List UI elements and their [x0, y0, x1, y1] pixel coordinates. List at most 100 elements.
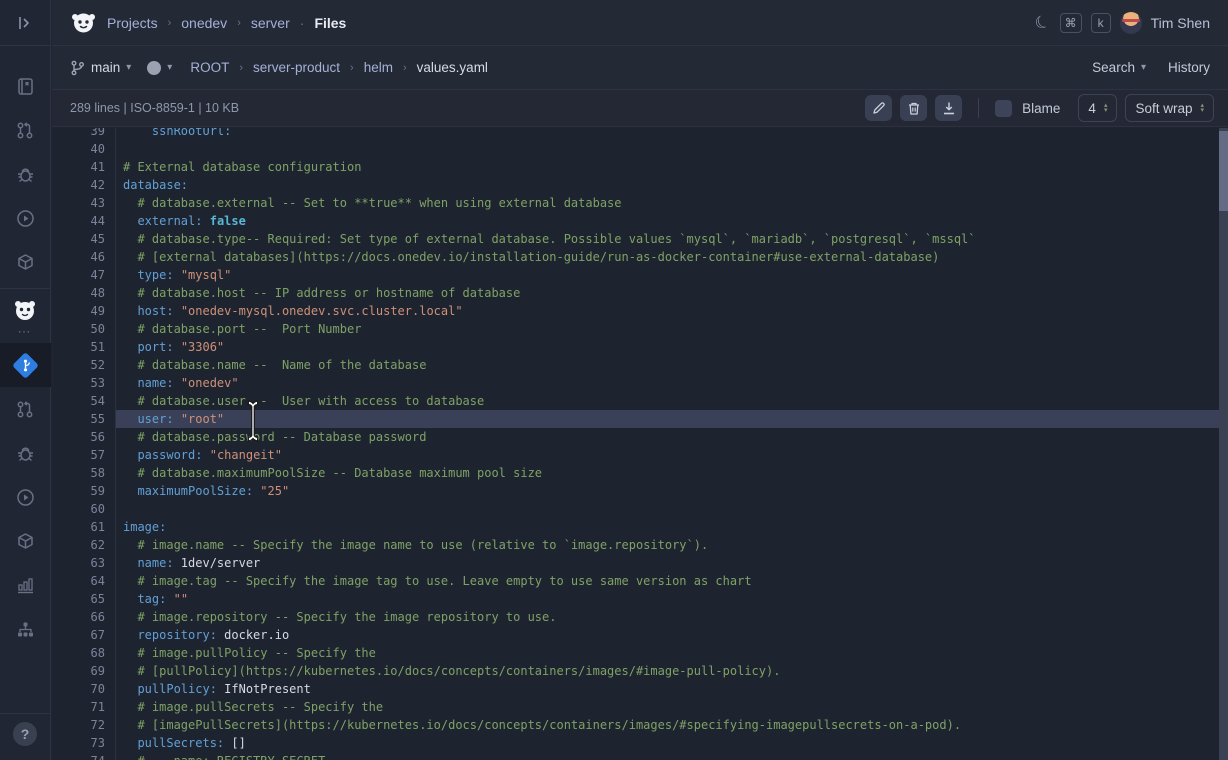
help-button[interactable]: ? [13, 722, 37, 746]
line-number[interactable]: 56 [52, 428, 116, 446]
line-number[interactable]: 68 [52, 644, 116, 662]
line-number[interactable]: 58 [52, 464, 116, 482]
line-content[interactable]: # image.tag -- Specify the image tag to … [116, 572, 1228, 590]
line-content[interactable]: # database.user -- User with access to d… [116, 392, 1228, 410]
line-number[interactable]: 47 [52, 266, 116, 284]
code-line[interactable]: 51 port: "3306" [52, 338, 1228, 356]
wrap-mode-select[interactable]: Soft wrap ▴▾ [1125, 94, 1214, 122]
line-content[interactable]: # - name: REGISTRY-SECRET [116, 752, 1228, 760]
sidebar-item-project-builds[interactable] [0, 475, 51, 519]
history-button[interactable]: History [1168, 60, 1210, 75]
line-content[interactable]: # database.type-- Required: Set type of … [116, 230, 1228, 248]
line-content[interactable]: # image.name -- Specify the image name t… [116, 536, 1228, 554]
line-content[interactable]: sshRootUrl: [116, 128, 1228, 140]
line-content[interactable]: # External database configuration [116, 158, 1228, 176]
scrollbar[interactable] [1219, 128, 1228, 760]
line-content[interactable]: repository: docker.io [116, 626, 1228, 644]
line-content[interactable]: image: [116, 518, 1228, 536]
user-name[interactable]: Tim Shen [1151, 15, 1210, 31]
line-number[interactable]: 70 [52, 680, 116, 698]
line-number[interactable]: 44 [52, 212, 116, 230]
sidebar-item-pull-requests[interactable] [0, 108, 51, 152]
sidebar-item-project-pull-requests[interactable] [0, 387, 51, 431]
line-number[interactable]: 67 [52, 626, 116, 644]
line-number[interactable]: 72 [52, 716, 116, 734]
code-line[interactable]: 43 # database.external -- Set to **true*… [52, 194, 1228, 212]
line-number[interactable]: 62 [52, 536, 116, 554]
code-line[interactable]: 60 [52, 500, 1228, 518]
code-line[interactable]: 54 # database.user -- User with access t… [52, 392, 1228, 410]
code-line[interactable]: 71 # image.pullSecrets -- Specify the [52, 698, 1228, 716]
breadcrumb-item-onedev[interactable]: onedev [181, 15, 227, 31]
code-line[interactable]: 42database: [52, 176, 1228, 194]
line-number[interactable]: 50 [52, 320, 116, 338]
code-line[interactable]: 44 external: false [52, 212, 1228, 230]
line-number[interactable]: 55 [52, 410, 116, 428]
code-line[interactable]: 61image: [52, 518, 1228, 536]
line-content[interactable]: # database.port -- Port Number [116, 320, 1228, 338]
line-number[interactable]: 40 [52, 140, 116, 158]
sidebar-item-book[interactable] [0, 64, 51, 108]
line-number[interactable]: 51 [52, 338, 116, 356]
code-line[interactable]: 57 password: "changeit" [52, 446, 1228, 464]
code-line[interactable]: 69 # [pullPolicy](https://kubernetes.io/… [52, 662, 1228, 680]
code-line[interactable]: 64 # image.tag -- Specify the image tag … [52, 572, 1228, 590]
code-line[interactable]: 63 name: 1dev/server [52, 554, 1228, 572]
line-number[interactable]: 45 [52, 230, 116, 248]
sidebar-item-project-packages[interactable] [0, 519, 51, 563]
line-content[interactable]: # image.pullSecrets -- Specify the [116, 698, 1228, 716]
line-content[interactable] [116, 140, 1228, 158]
code-line[interactable]: 46 # [external databases](https://docs.o… [52, 248, 1228, 266]
code-line[interactable]: 62 # image.name -- Specify the image nam… [52, 536, 1228, 554]
line-content[interactable]: pullSecrets: [] [116, 734, 1228, 752]
code-line[interactable]: 48 # database.host -- IP address or host… [52, 284, 1228, 302]
line-content[interactable]: type: "mysql" [116, 266, 1228, 284]
line-number[interactable]: 60 [52, 500, 116, 518]
code-line[interactable]: 56 # database.password -- Database passw… [52, 428, 1228, 446]
line-number[interactable]: 43 [52, 194, 116, 212]
blame-checkbox[interactable] [995, 100, 1012, 117]
line-content[interactable]: # database.maximumPoolSize -- Database m… [116, 464, 1228, 482]
path-item-root[interactable]: ROOT [190, 60, 229, 75]
line-content[interactable]: external: false [116, 212, 1228, 230]
line-content[interactable]: # database.password -- Database password [116, 428, 1228, 446]
code-line[interactable]: 58 # database.maximumPoolSize -- Databas… [52, 464, 1228, 482]
line-content[interactable]: # [pullPolicy](https://kubernetes.io/doc… [116, 662, 1228, 680]
code-line[interactable]: 49 host: "onedev-mysql.onedev.svc.cluste… [52, 302, 1228, 320]
code-line[interactable]: 74 # - name: REGISTRY-SECRET [52, 752, 1228, 760]
code-line[interactable]: 55 user: "root" [52, 410, 1228, 428]
line-content[interactable]: # image.repository -- Specify the image … [116, 608, 1228, 626]
sidebar-item-packages[interactable] [0, 240, 51, 284]
dark-mode-toggle[interactable]: ☾ [1032, 10, 1054, 35]
line-content[interactable]: # database.name -- Name of the database [116, 356, 1228, 374]
line-content[interactable]: host: "onedev-mysql.onedev.svc.cluster.l… [116, 302, 1228, 320]
line-content[interactable]: password: "changeit" [116, 446, 1228, 464]
code-line[interactable]: 73 pullSecrets: [] [52, 734, 1228, 752]
line-number[interactable]: 42 [52, 176, 116, 194]
code-line[interactable]: 67 repository: docker.io [52, 626, 1228, 644]
line-number[interactable]: 54 [52, 392, 116, 410]
line-content[interactable]: # image.pullPolicy -- Specify the [116, 644, 1228, 662]
line-number[interactable]: 48 [52, 284, 116, 302]
sidebar-item-stats[interactable] [0, 563, 51, 607]
code-editor[interactable]: 39 sshRootUrl:4041# External database co… [52, 128, 1228, 760]
line-number[interactable]: 69 [52, 662, 116, 680]
code-line[interactable]: 39 sshRootUrl: [52, 128, 1228, 140]
line-content[interactable]: port: "3306" [116, 338, 1228, 356]
breadcrumb-item-projects[interactable]: Projects [107, 15, 158, 31]
code-line[interactable]: 65 tag: "" [52, 590, 1228, 608]
line-content[interactable]: # database.external -- Set to **true** w… [116, 194, 1228, 212]
sidebar-item-child-projects[interactable] [0, 607, 51, 651]
sidebar-expand-toggle[interactable] [0, 6, 50, 40]
line-number[interactable]: 65 [52, 590, 116, 608]
code-line[interactable]: 59 maximumPoolSize: "25" [52, 482, 1228, 500]
path-item-helm[interactable]: helm [364, 60, 393, 75]
line-number[interactable]: 73 [52, 734, 116, 752]
code-line[interactable]: 68 # image.pullPolicy -- Specify the [52, 644, 1228, 662]
line-number[interactable]: 41 [52, 158, 116, 176]
sidebar-item-builds[interactable] [0, 196, 51, 240]
project-avatar[interactable] [0, 293, 51, 327]
line-number[interactable]: 64 [52, 572, 116, 590]
line-content[interactable]: database: [116, 176, 1228, 194]
path-item-server-product[interactable]: server-product [253, 60, 340, 75]
